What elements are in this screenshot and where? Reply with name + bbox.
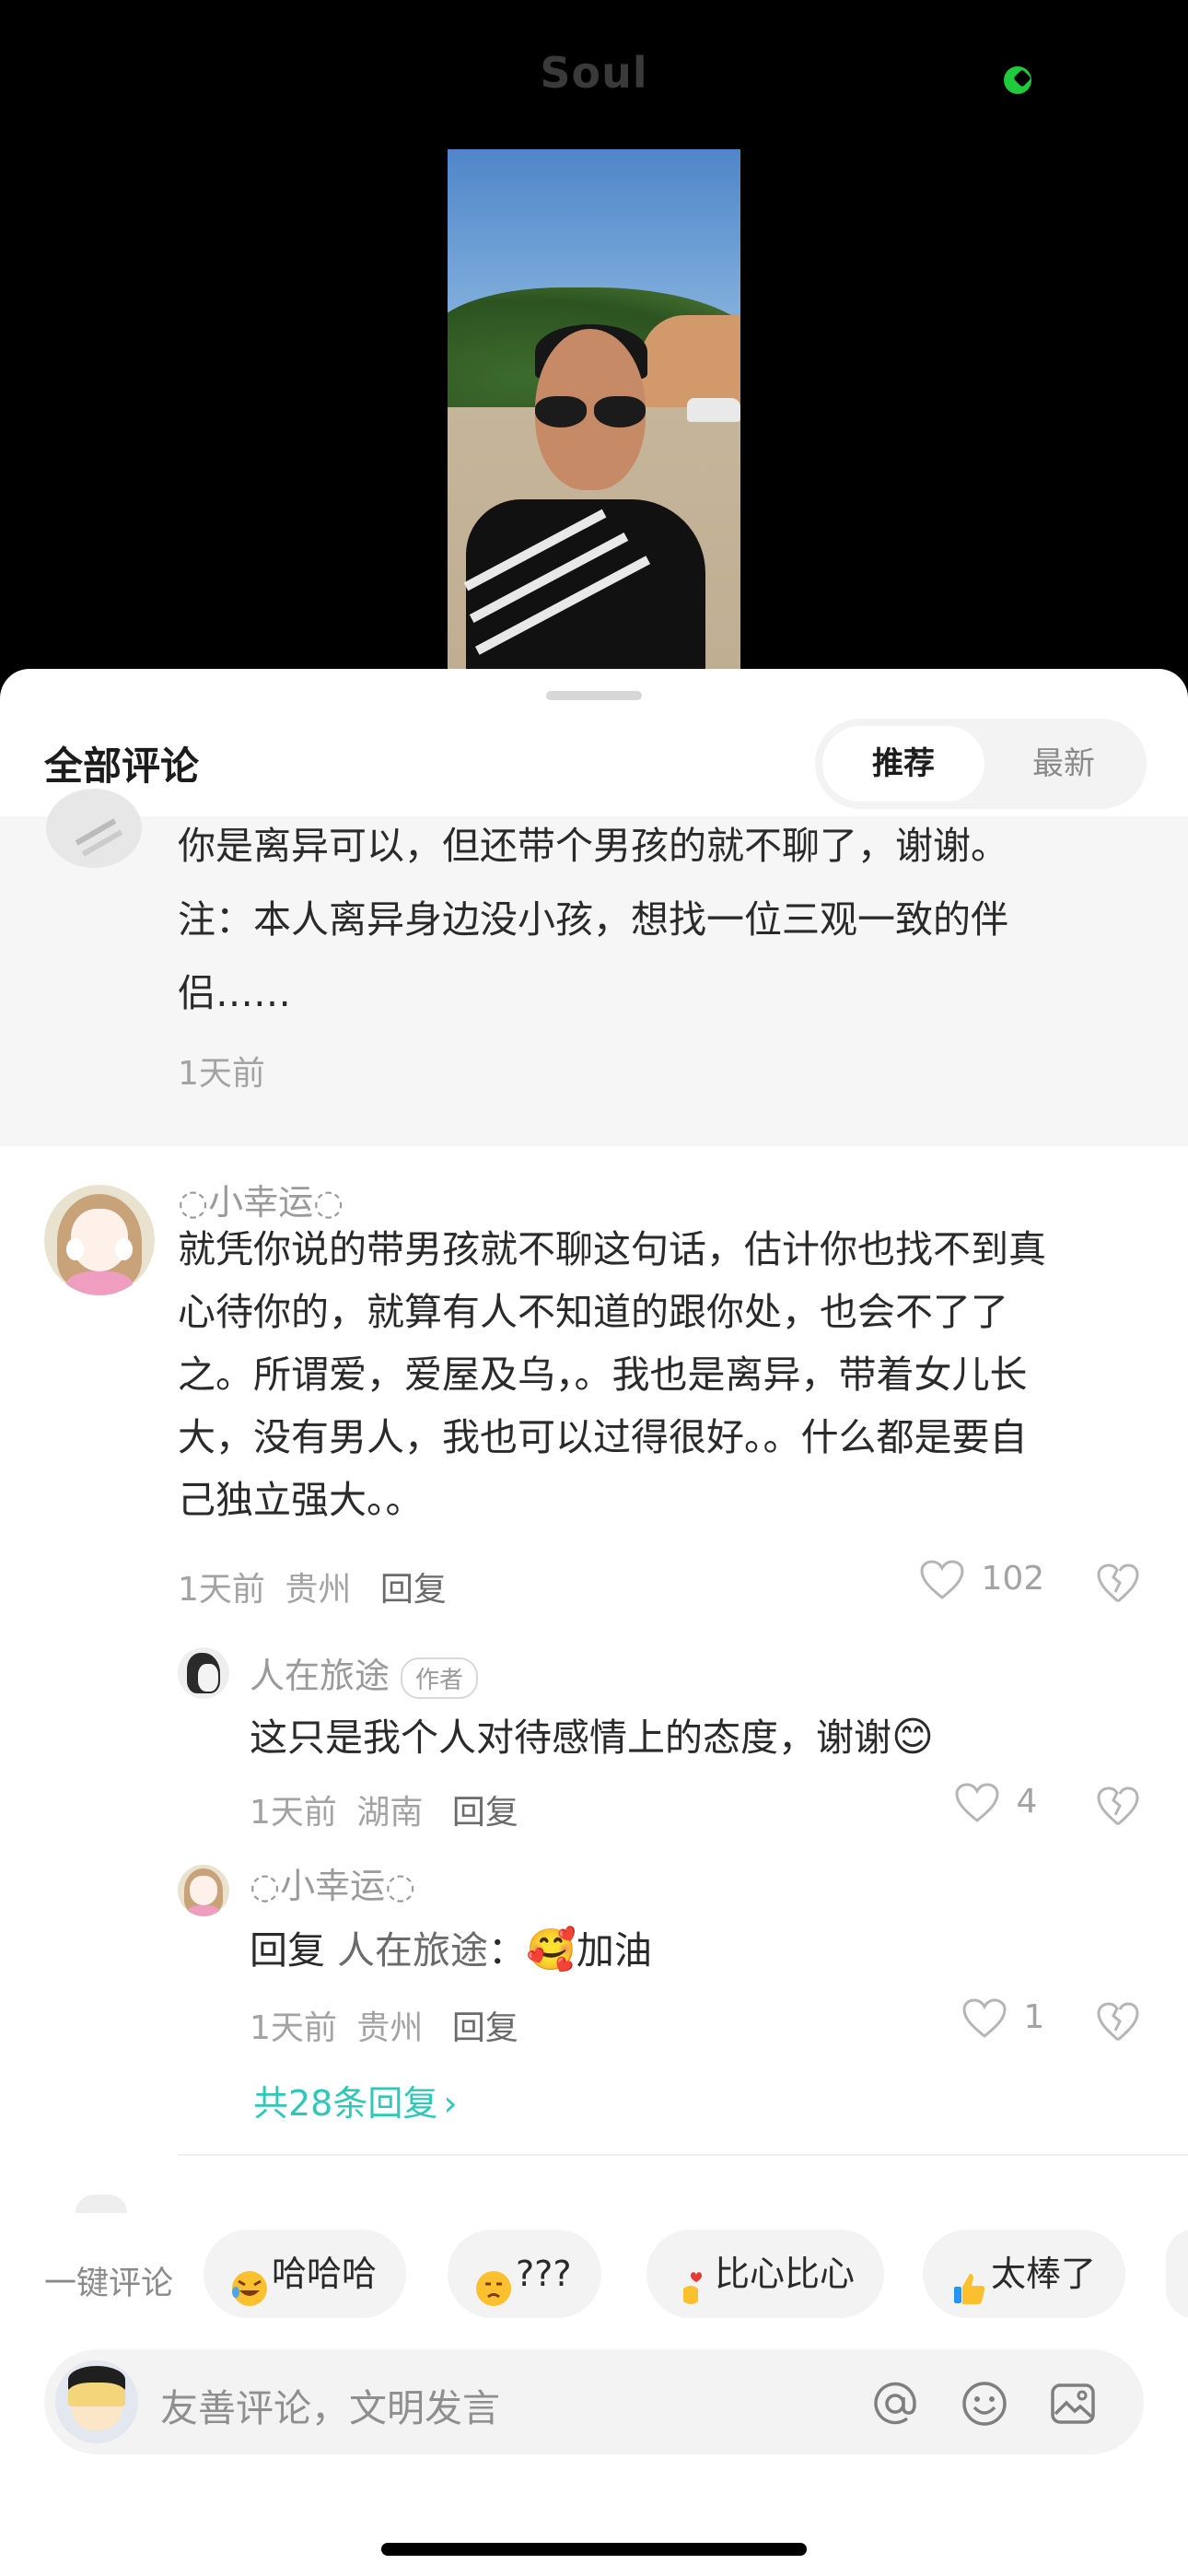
quick-chip-haha[interactable]: 哈哈哈 <box>204 2230 407 2318</box>
quick-chip-more[interactable] <box>1166 2230 1188 2318</box>
like-button[interactable]: 4 <box>954 1782 1037 1824</box>
like-count: 102 <box>981 1560 1045 1598</box>
comment-nickname[interactable]: ◌小幸运◌ <box>178 1174 344 1224</box>
broken-heart-icon[interactable] <box>1096 2001 1140 2043</box>
home-indicator <box>381 2543 807 2556</box>
laughing-emoji-icon <box>229 2253 270 2306</box>
avatar[interactable] <box>76 2195 127 2213</box>
comment-meta: 1天前 贵州 回复 <box>178 1563 447 1610</box>
reply-button[interactable]: 回复 <box>380 1571 447 1609</box>
broken-heart-icon[interactable] <box>1096 1786 1140 1828</box>
reply-meta: 1天前 贵州 回复 <box>250 2001 518 2049</box>
reply-location: 湖南 <box>356 1794 424 1832</box>
sheet-title: 全部评论 <box>44 744 200 789</box>
emoji-icon[interactable] <box>960 2379 1009 2429</box>
comments-sheet: 全部评论 推荐 最新 你是离异可以，但还带个男孩的就不聊了，谢谢。 注：本人离异… <box>0 669 1188 2576</box>
like-count: 1 <box>1023 1998 1045 2036</box>
divider <box>178 2154 1188 2156</box>
reply-location: 贵州 <box>356 2009 424 2047</box>
quick-chip-great[interactable]: 太棒了 <box>923 2230 1126 2318</box>
reply-nickname[interactable]: ◌小幸运◌ <box>250 1857 415 1908</box>
like-count: 4 <box>1016 1783 1038 1821</box>
quick-chip-question[interactable]: ??? <box>448 2230 601 2318</box>
drag-handle[interactable] <box>546 691 642 700</box>
broken-heart-icon[interactable] <box>1096 1563 1140 1605</box>
confused-emoji-icon <box>473 2253 514 2306</box>
tab-latest[interactable]: 最新 <box>990 726 1137 802</box>
like-button[interactable]: 1 <box>961 1997 1044 2040</box>
reply-button[interactable]: 回复 <box>452 2009 518 2047</box>
quick-comment-bar: 一键评论 哈哈哈 ??? 比心比心 太棒了 <box>0 2230 1188 2322</box>
thumbs-up-icon <box>949 2253 989 2304</box>
reply-text: 这只是我个人对待感情上的态度，谢谢😊 <box>250 1714 934 1761</box>
comment-text: 就凭你说的带男孩就不聊这句话，估计你也找不到真 心待你的，就算有人不知道的跟你处… <box>178 1227 1046 1522</box>
finger-heart-icon <box>672 2253 713 2304</box>
avatar[interactable] <box>178 1865 229 1916</box>
quick-chip-heart[interactable]: 比心比心 <box>646 2230 885 2318</box>
heart-icon <box>955 1783 999 1822</box>
heart-icon <box>962 1998 1007 2038</box>
avatar[interactable] <box>46 789 142 868</box>
user-avatar[interactable] <box>55 2360 138 2443</box>
comment-time: 1天前 <box>178 1571 265 1609</box>
status-indicator-icon <box>1004 66 1031 94</box>
avatar[interactable] <box>44 1185 155 1295</box>
quick-comment-label: 一键评论 <box>44 2266 174 2302</box>
smile-emoji-icon: 😊 <box>891 1714 934 1761</box>
video-thumbnail[interactable] <box>448 149 740 671</box>
at-icon[interactable] <box>870 2379 920 2429</box>
reply-time: 1天前 <box>250 2009 337 2047</box>
comment-time: 1天前 <box>178 1055 265 1093</box>
chevron-right-icon: › <box>443 2083 458 2124</box>
like-button[interactable]: 102 <box>919 1559 1044 1601</box>
comment-location: 贵州 <box>285 1571 352 1609</box>
comment-input-placeholder[interactable]: 友善评论，文明发言 <box>160 2377 500 2432</box>
smiling-hearts-emoji-icon: 🥰 <box>526 1926 577 1973</box>
reply-meta: 1天前 湖南 回复 <box>250 1786 518 1833</box>
reply-text: 回复 人在旅途：🥰加油 <box>250 1926 652 1973</box>
image-icon[interactable] <box>1048 2379 1098 2429</box>
reply-button[interactable]: 回复 <box>452 1794 518 1832</box>
comment-input-bar[interactable]: 友善评论，文明发言 <box>44 2349 1144 2454</box>
highlighted-comment: 你是离异可以，但还带个男孩的就不聊了，谢谢。 注：本人离异身边没小孩，想找一位三… <box>0 789 1188 1146</box>
heart-icon <box>920 1560 964 1599</box>
author-badge: 作者 <box>401 1657 479 1699</box>
more-replies-link[interactable]: 共28条回复 › <box>253 2075 458 2125</box>
avatar[interactable] <box>178 1647 229 1699</box>
sort-toggle: 推荐 最新 <box>815 719 1147 809</box>
reply-time: 1天前 <box>250 1794 337 1832</box>
comment-text: 你是离异可以，但还带个男孩的就不聊了，谢谢。 注：本人离异身边没小孩，想找一位三… <box>178 824 1008 1015</box>
reply-nickname[interactable]: 人在旅途 作者 <box>250 1647 479 1699</box>
tab-recommend[interactable]: 推荐 <box>822 726 984 802</box>
reply-to-name[interactable]: 人在旅途 <box>337 1928 488 1973</box>
